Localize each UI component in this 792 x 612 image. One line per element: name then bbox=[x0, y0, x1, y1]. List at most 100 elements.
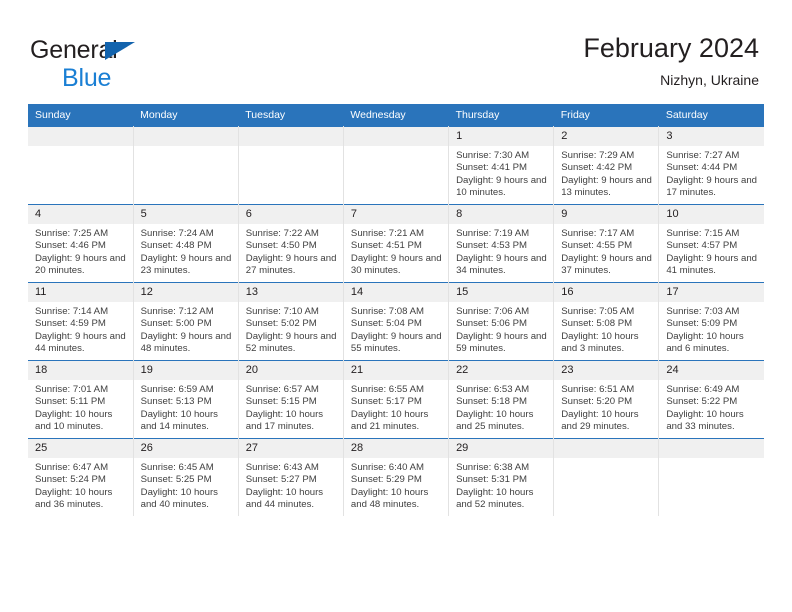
calendar-day-cell[interactable]: 12 Sunrise: 7:12 AM Sunset: 5:00 PM Dayligh… bbox=[133, 282, 239, 361]
calendar-day-cell[interactable]: 14 Sunrise: 7:08 AM Sunset: 5:04 PM Dayligh… bbox=[343, 282, 450, 361]
calendar-day-cell[interactable]: 10 Sunrise: 7:15 AM Sunset: 4:57 PM Dayligh… bbox=[658, 204, 764, 283]
day-number: 13 bbox=[238, 283, 343, 302]
calendar-day-cell-empty bbox=[553, 438, 660, 516]
sunset-text: Sunset: 4:42 PM bbox=[561, 162, 633, 174]
sunrise-text: Sunrise: 7:21 AM bbox=[350, 228, 424, 239]
calendar-day-cell[interactable]: 7 Sunrise: 7:21 AM Sunset: 4:51 PM Daylight… bbox=[343, 204, 450, 283]
calendar-day-cell[interactable]: 9 Sunrise: 7:17 AM Sunset: 4:55 PM Daylight… bbox=[553, 204, 660, 283]
day-number: 24 bbox=[659, 361, 764, 380]
daylight-text: Daylight: 10 hours and 52 minutes. bbox=[456, 486, 534, 511]
sunset-text: Sunset: 5:02 PM bbox=[245, 318, 317, 330]
sunset-text: Sunset: 4:55 PM bbox=[561, 240, 633, 252]
calendar-day-cell[interactable]: 21 Sunrise: 6:55 AM Sunset: 5:17 PM Dayligh… bbox=[343, 360, 450, 439]
sunrise-text: Sunrise: 7:01 AM bbox=[35, 384, 109, 395]
daylight-text: Daylight: 10 hours and 14 minutes. bbox=[140, 408, 218, 433]
calendar-day-cell[interactable]: 13 Sunrise: 7:10 AM Sunset: 5:02 PM Dayligh… bbox=[238, 282, 344, 361]
calendar-day-cell[interactable]: 25 Sunrise: 6:47 AM Sunset: 5:24 PM Dayligh… bbox=[28, 438, 134, 516]
sunset-text: Sunset: 5:00 PM bbox=[140, 318, 212, 330]
daylight-text: Daylight: 10 hours and 21 minutes. bbox=[350, 408, 429, 433]
daylight-text: Daylight: 10 hours and 48 minutes. bbox=[350, 486, 429, 511]
triangle-icon bbox=[105, 42, 135, 60]
day-number: 17 bbox=[659, 283, 764, 302]
calendar-day-cell[interactable]: 23 Sunrise: 6:51 AM Sunset: 5:20 PM Dayligh… bbox=[553, 360, 660, 439]
calendar-day-cell[interactable]: 20 Sunrise: 6:57 AM Sunset: 5:15 PM Dayligh… bbox=[238, 360, 344, 439]
calendar-day-cell[interactable]: 26 Sunrise: 6:45 AM Sunset: 5:25 PM Dayligh… bbox=[133, 438, 239, 516]
sunset-text: Sunset: 5:17 PM bbox=[350, 396, 422, 408]
calendar-day-cell[interactable]: 15 Sunrise: 7:06 AM Sunset: 5:06 PM Dayligh… bbox=[448, 282, 555, 361]
day-number: 6 bbox=[238, 205, 343, 224]
sunset-text: Sunset: 5:09 PM bbox=[666, 318, 738, 330]
calendar-day-cell[interactable]: 1 Sunrise: 7:30 AM Sunset: 4:41 PM Daylight… bbox=[448, 126, 555, 205]
logo-text-general: General bbox=[30, 38, 135, 65]
daylight-text: Daylight: 10 hours and 25 minutes. bbox=[456, 408, 534, 433]
day-details: Sunrise: 6:51 AM Sunset: 5:20 PM Daylight:… bbox=[554, 380, 658, 434]
calendar-week-row: 1 Sunrise: 7:30 AM Sunset: 4:41 PM Daylight… bbox=[28, 126, 764, 205]
calendar-week-row: 25 Sunrise: 6:47 AM Sunset: 5:24 PM Dayligh… bbox=[28, 438, 764, 516]
sunrise-text: Sunrise: 6:47 AM bbox=[35, 462, 109, 473]
day-number bbox=[133, 127, 238, 146]
calendar-day-cell[interactable]: 17 Sunrise: 7:03 AM Sunset: 5:09 PM Dayligh… bbox=[658, 282, 764, 361]
calendar-day-cell[interactable]: 3 Sunrise: 7:27 AM Sunset: 4:44 PM Daylight… bbox=[658, 126, 764, 205]
day-number bbox=[554, 439, 659, 458]
day-number: 23 bbox=[554, 361, 659, 380]
weekday-header-thursday: Thursday bbox=[448, 104, 554, 127]
calendar-day-cell[interactable]: 4 Sunrise: 7:25 AM Sunset: 4:46 PM Daylight… bbox=[28, 204, 134, 283]
day-number: 1 bbox=[449, 127, 554, 146]
sunrise-text: Sunrise: 7:05 AM bbox=[561, 306, 635, 317]
day-number: 28 bbox=[343, 439, 449, 458]
day-number: 4 bbox=[28, 205, 133, 224]
weekday-header-row: Sunday Monday Tuesday Wednesday Thursday Frid… bbox=[28, 104, 764, 127]
calendar-day-cell[interactable]: 22 Sunrise: 6:53 AM Sunset: 5:18 PM Dayligh… bbox=[448, 360, 555, 439]
sunrise-text: Sunrise: 6:49 AM bbox=[666, 384, 740, 395]
sunrise-text: Sunrise: 7:30 AM bbox=[456, 150, 530, 161]
daylight-text: Daylight: 9 hours and 41 minutes. bbox=[666, 252, 758, 277]
day-details: Sunrise: 7:10 AM Sunset: 5:02 PM Daylight:… bbox=[239, 302, 343, 356]
sunset-text: Sunset: 5:25 PM bbox=[140, 474, 212, 486]
sunset-text: Sunset: 4:41 PM bbox=[456, 162, 527, 174]
sunset-text: Sunset: 5:20 PM bbox=[561, 396, 633, 408]
calendar-day-cell[interactable]: 5 Sunrise: 7:24 AM Sunset: 4:48 PM Daylight… bbox=[133, 204, 239, 283]
day-details: Sunrise: 7:24 AM Sunset: 4:48 PM Daylight:… bbox=[134, 224, 238, 278]
day-number: 25 bbox=[28, 439, 133, 458]
calendar-day-cell[interactable]: 2 Sunrise: 7:29 AM Sunset: 4:42 PM Daylight… bbox=[553, 126, 660, 205]
sunset-text: Sunset: 4:51 PM bbox=[350, 240, 422, 252]
daylight-text: Daylight: 9 hours and 20 minutes. bbox=[35, 252, 126, 277]
sunset-text: Sunset: 4:53 PM bbox=[456, 240, 527, 252]
sunrise-text: Sunrise: 6:51 AM bbox=[561, 384, 635, 395]
calendar-day-cell[interactable]: 29 Sunrise: 6:38 AM Sunset: 5:31 PM Dayligh… bbox=[448, 438, 555, 516]
daylight-text: Daylight: 10 hours and 10 minutes. bbox=[35, 408, 113, 433]
day-details: Sunrise: 6:43 AM Sunset: 5:27 PM Daylight:… bbox=[239, 458, 343, 512]
day-details: Sunrise: 6:49 AM Sunset: 5:22 PM Daylight:… bbox=[659, 380, 764, 434]
sunset-text: Sunset: 5:08 PM bbox=[561, 318, 633, 330]
page-title: February 2024 bbox=[583, 33, 759, 63]
daylight-text: Daylight: 10 hours and 33 minutes. bbox=[666, 408, 744, 433]
calendar-header-row: Sunday Monday Tuesday Wednesday Thursday Frid… bbox=[28, 104, 764, 127]
general-blue-logo[interactable]: General Blue bbox=[30, 38, 135, 91]
calendar-day-cell-empty bbox=[28, 126, 134, 205]
day-details: Sunrise: 7:03 AM Sunset: 5:09 PM Daylight:… bbox=[659, 302, 764, 356]
calendar-day-cell[interactable]: 18 Sunrise: 7:01 AM Sunset: 5:11 PM Dayligh… bbox=[28, 360, 134, 439]
calendar-day-cell-empty bbox=[658, 438, 764, 516]
day-number: 14 bbox=[343, 283, 449, 302]
calendar-day-cell[interactable]: 28 Sunrise: 6:40 AM Sunset: 5:29 PM Dayligh… bbox=[343, 438, 450, 516]
day-details: Sunrise: 7:27 AM Sunset: 4:44 PM Daylight:… bbox=[659, 146, 764, 200]
calendar-table: Sunday Monday Tuesday Wednesday Thursday Frid… bbox=[28, 104, 764, 516]
daylight-text: Daylight: 10 hours and 44 minutes. bbox=[245, 486, 324, 511]
day-number: 22 bbox=[449, 361, 554, 380]
daylight-text: Daylight: 9 hours and 10 minutes. bbox=[456, 174, 547, 199]
day-number: 18 bbox=[28, 361, 133, 380]
calendar-day-cell[interactable]: 16 Sunrise: 7:05 AM Sunset: 5:08 PM Dayligh… bbox=[553, 282, 660, 361]
day-details: Sunrise: 6:53 AM Sunset: 5:18 PM Daylight:… bbox=[449, 380, 553, 434]
calendar-day-cell[interactable]: 6 Sunrise: 7:22 AM Sunset: 4:50 PM Daylight… bbox=[238, 204, 344, 283]
calendar-day-cell[interactable]: 27 Sunrise: 6:43 AM Sunset: 5:27 PM Dayligh… bbox=[238, 438, 344, 516]
calendar-day-cell[interactable]: 8 Sunrise: 7:19 AM Sunset: 4:53 PM Daylight… bbox=[448, 204, 555, 283]
sunrise-text: Sunrise: 6:45 AM bbox=[140, 462, 214, 473]
day-number: 8 bbox=[449, 205, 554, 224]
calendar-day-cell[interactable]: 19 Sunrise: 6:59 AM Sunset: 5:13 PM Dayligh… bbox=[133, 360, 239, 439]
day-number bbox=[343, 127, 449, 146]
calendar-day-cell[interactable]: 24 Sunrise: 6:49 AM Sunset: 5:22 PM Dayligh… bbox=[658, 360, 764, 439]
daylight-text: Daylight: 9 hours and 23 minutes. bbox=[140, 252, 232, 277]
day-details: Sunrise: 7:29 AM Sunset: 4:42 PM Daylight:… bbox=[554, 146, 658, 200]
day-details: Sunrise: 6:55 AM Sunset: 5:17 PM Daylight:… bbox=[344, 380, 448, 434]
calendar-day-cell[interactable]: 11 Sunrise: 7:14 AM Sunset: 4:59 PM Dayligh… bbox=[28, 282, 134, 361]
